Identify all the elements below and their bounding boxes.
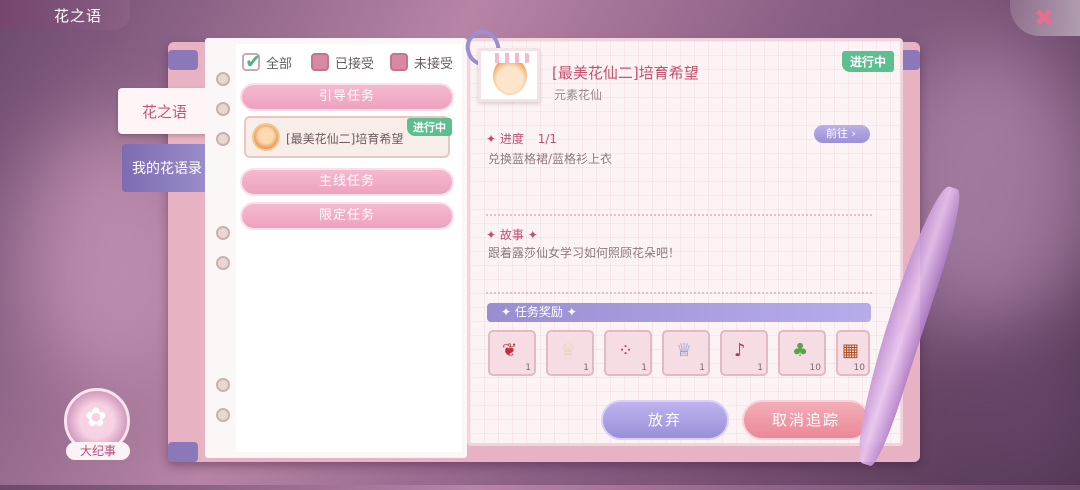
filter-all[interactable]: 全部	[242, 49, 293, 73]
page-title: 花之语	[54, 7, 103, 25]
hair-icon: ♛	[560, 340, 577, 361]
binder-ring	[216, 256, 230, 270]
task-title: [最美花仙二]培育希望	[552, 64, 699, 82]
close-button[interactable]: ✖	[1010, 0, 1080, 36]
filter-label: 全部	[266, 56, 293, 72]
binder-ring	[216, 72, 230, 86]
filter-label: 未接受	[414, 56, 454, 72]
status-badge: 进行中	[842, 51, 895, 72]
category-main[interactable]: 主线任务	[240, 168, 454, 196]
book-corner	[168, 50, 198, 70]
filter-accepted[interactable]: 已接受	[311, 52, 374, 72]
task-item-title: [最美花仙二]培育希望	[286, 132, 404, 146]
progress-description: 兑换蓝格裙/蓝格衫上衣	[488, 152, 613, 166]
divider	[486, 214, 872, 216]
music-note-icon: ♪	[734, 340, 746, 361]
checkbox-icon	[311, 53, 329, 71]
goto-button[interactable]: 前往 ›	[814, 125, 870, 143]
tab-flower-language[interactable]: 花之语	[118, 88, 212, 134]
reward-count: 10	[853, 363, 865, 373]
filter-not-accepted[interactable]: 未接受	[390, 52, 453, 72]
x-flower-icon: ✖	[1034, 4, 1055, 32]
binder-ring	[216, 378, 230, 392]
story-text: 跟着露莎仙女学习如何照顾花朵吧！	[488, 246, 681, 260]
progress-value: 1/1	[537, 132, 558, 146]
status-badge: 进行中	[407, 118, 452, 136]
chronicle-label: 大纪事	[66, 442, 130, 460]
story-label: ✦ 故事 ✦	[486, 228, 538, 242]
divider	[486, 292, 872, 294]
binder-ring	[216, 102, 230, 116]
goto-label: 前往	[826, 127, 848, 140]
binder-ring	[216, 408, 230, 422]
reward-item[interactable]: ♣ 10	[778, 330, 826, 376]
header-bar: 花之语	[0, 0, 130, 30]
abandon-button[interactable]: 放弃	[601, 400, 729, 440]
reward-count: 1	[757, 363, 763, 373]
filter-label: 已接受	[335, 56, 375, 72]
category-guide[interactable]: 引导任务	[240, 83, 454, 111]
reward-item[interactable]: ▦ 10	[836, 330, 870, 376]
progress-label: ✦ 进度 1/1	[486, 132, 558, 146]
checkbox-icon	[390, 53, 408, 71]
reward-count: 1	[525, 363, 531, 373]
binder-ring	[216, 132, 230, 146]
reward-item[interactable]: ♪ 1	[720, 330, 768, 376]
untrack-button[interactable]: 取消追踪	[742, 400, 870, 440]
tab-label: 我的花语录	[132, 161, 202, 177]
reward-item[interactable]: ♛ 1	[546, 330, 594, 376]
tab-my-flower-records[interactable]: 我的花语录	[122, 144, 212, 192]
reward-count: 1	[699, 363, 705, 373]
flower-crown-icon	[489, 53, 531, 63]
reward-item[interactable]: ♕ 1	[662, 330, 710, 376]
fairy-portrait	[478, 48, 540, 102]
checkbox-checked-icon	[242, 49, 262, 73]
reward-header: ✦ 任务奖励 ✦	[487, 303, 871, 322]
reward-item[interactable]: ❦ 1	[488, 330, 536, 376]
reward-count: 1	[641, 363, 647, 373]
fairy-book-icon: ✿	[85, 403, 107, 433]
book-corner	[168, 442, 198, 462]
tiara-icon: ♕	[676, 340, 693, 361]
tab-label: 花之语	[142, 103, 188, 121]
category-limited[interactable]: 限定任务	[240, 202, 454, 230]
seed-exp-icon: ▦	[842, 340, 860, 361]
radish-icon: ♣	[792, 340, 809, 361]
task-subtitle: 元素花仙	[554, 88, 603, 102]
reward-count: 1	[583, 363, 589, 373]
earring-icon: ⁘	[618, 340, 634, 361]
reward-count: 10	[809, 363, 821, 373]
bow-icon: ❦	[502, 340, 518, 361]
background-glow	[950, 330, 1080, 490]
task-list-item[interactable]: [最美花仙二]培育希望 进行中	[244, 116, 452, 158]
binder-ring	[216, 226, 230, 240]
avatar	[252, 123, 280, 151]
reward-item[interactable]: ⁘ 1	[604, 330, 652, 376]
